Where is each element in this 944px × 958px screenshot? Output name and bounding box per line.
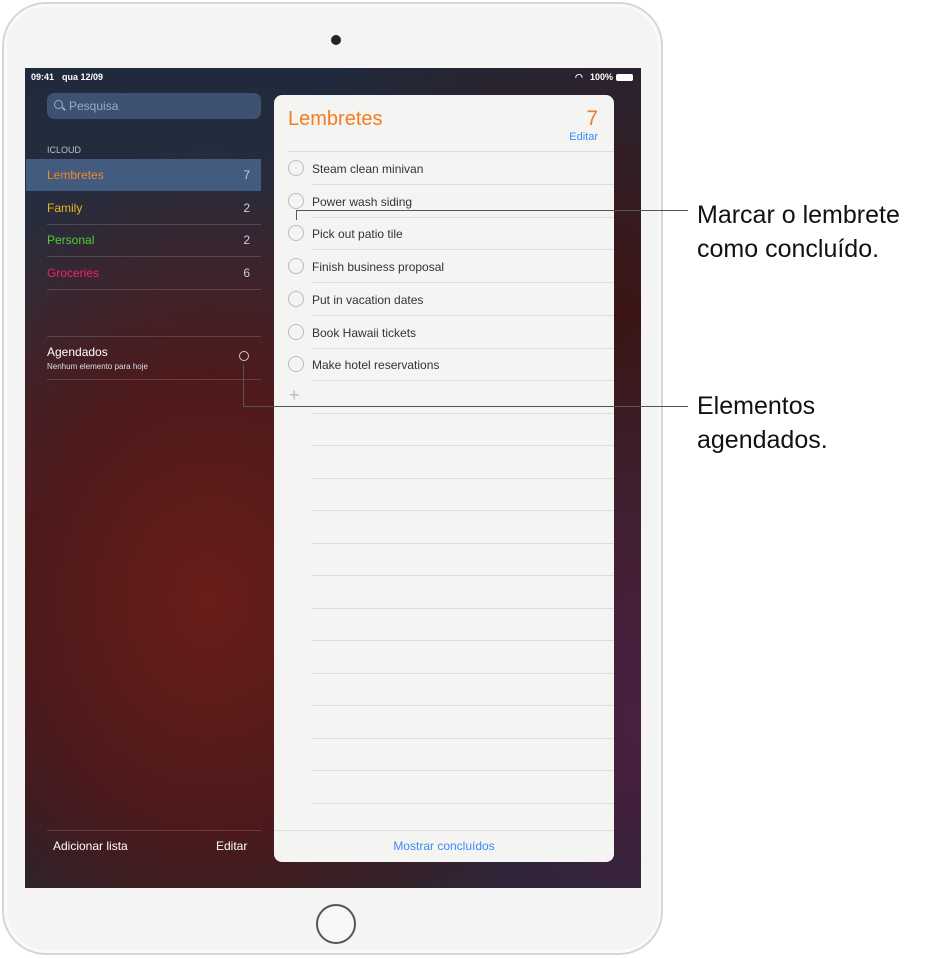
list-count: 2 xyxy=(243,200,250,215)
search-icon xyxy=(54,100,63,109)
screen: 09:41 qua 12/09 ◠ 100% Pesquisa ICLOUD L… xyxy=(25,68,641,888)
divider xyxy=(312,737,614,739)
divider xyxy=(312,705,614,707)
complete-checkbox[interactable] xyxy=(288,192,304,209)
battery-level: 100% xyxy=(590,72,614,82)
scheduled-title[interactable]: Agendados xyxy=(47,345,108,359)
list-count: 7 xyxy=(586,107,598,130)
divider xyxy=(47,336,261,337)
reminder-item[interactable]: Book Hawaii tickets xyxy=(274,316,614,349)
reminder-item[interactable]: Power wash siding xyxy=(274,185,614,218)
add-list-button[interactable]: Adicionar lista xyxy=(53,839,128,853)
callout-text: como concluído. xyxy=(697,235,880,263)
reminder-text: Power wash siding xyxy=(312,194,413,209)
divider xyxy=(312,510,614,512)
divider xyxy=(312,607,614,609)
status-time: 09:41 xyxy=(31,72,55,82)
complete-checkbox[interactable] xyxy=(288,356,304,373)
callout-text: Elementos xyxy=(697,392,816,420)
reminder-text: Book Hawaii tickets xyxy=(312,325,417,340)
callout-text: Marcar o lembrete xyxy=(697,201,900,229)
sidebar-list-item[interactable]: Personal 2 xyxy=(26,224,261,256)
alarm-clock-icon[interactable] xyxy=(239,351,249,361)
reminder-text: Finish business proposal xyxy=(312,260,445,275)
callout-line xyxy=(296,210,688,211)
divider xyxy=(47,379,261,380)
reminder-text: Put in vacation dates xyxy=(312,292,424,307)
list-label: Family xyxy=(47,200,83,215)
divider xyxy=(312,380,614,382)
reminder-item[interactable]: Make hotel reservations xyxy=(274,348,614,381)
divider xyxy=(312,445,614,447)
reminder-text: Make hotel reservations xyxy=(312,358,440,373)
divider xyxy=(312,802,614,804)
reminder-item[interactable]: Steam clean minivan xyxy=(274,152,614,185)
complete-checkbox[interactable] xyxy=(288,323,304,340)
list-label: Lembretes xyxy=(47,168,104,182)
complete-checkbox[interactable] xyxy=(288,160,304,176)
battery-icon xyxy=(616,74,633,81)
reminder-item[interactable]: Pick out patio tile xyxy=(274,217,614,250)
sidebar-list-item[interactable]: Family 2 xyxy=(26,192,261,224)
wifi-icon: ◠ xyxy=(575,72,583,82)
show-completed-button[interactable]: Mostrar concluídos xyxy=(274,839,614,853)
search-input[interactable]: Pesquisa xyxy=(47,93,261,119)
divider xyxy=(47,288,261,290)
edit-button[interactable]: Editar xyxy=(569,131,598,143)
list-label: Personal xyxy=(47,233,95,247)
home-button[interactable] xyxy=(316,904,356,944)
divider xyxy=(312,640,614,642)
status-date: qua 12/09 xyxy=(62,72,104,82)
reminder-text: Pick out patio tile xyxy=(312,227,403,242)
complete-checkbox[interactable] xyxy=(288,225,304,242)
divider xyxy=(47,830,261,831)
callout-text: agendados. xyxy=(697,426,828,454)
add-reminder-icon[interactable]: + xyxy=(289,385,300,406)
callout-complete: Marcar o lembrete como concluído. xyxy=(697,198,900,266)
divider xyxy=(312,412,614,414)
list-count: 6 xyxy=(243,265,250,280)
scheduled-subtitle: Nenhum elemento para hoje xyxy=(47,362,148,371)
callout-line xyxy=(243,406,688,407)
divider xyxy=(312,542,614,544)
sidebar-list-item[interactable]: Lembretes 7 xyxy=(26,159,261,191)
reminder-text: Steam clean minivan xyxy=(312,162,424,176)
list-count: 2 xyxy=(243,233,250,247)
reminder-item[interactable]: Put in vacation dates xyxy=(274,283,614,316)
sidebar-edit-button[interactable]: Editar xyxy=(216,839,247,853)
complete-checkbox[interactable] xyxy=(288,290,304,307)
search-placeholder: Pesquisa xyxy=(69,99,119,113)
list-count: 7 xyxy=(243,168,250,182)
callout-line xyxy=(243,364,244,407)
divider xyxy=(312,477,614,479)
complete-checkbox[interactable] xyxy=(288,258,304,275)
callout-scheduled: Elementos agendados. xyxy=(697,389,828,457)
divider xyxy=(312,575,614,577)
divider xyxy=(312,770,614,772)
sidebar-list-item[interactable]: Groceries 6 xyxy=(26,257,261,289)
callout-line xyxy=(296,210,297,220)
list-label: Groceries xyxy=(47,265,100,280)
section-header: ICLOUD xyxy=(47,145,82,155)
camera xyxy=(331,35,341,45)
reminder-item[interactable]: Finish business proposal xyxy=(274,250,614,283)
divider xyxy=(274,830,614,831)
divider xyxy=(312,672,614,674)
list-title: Lembretes xyxy=(288,108,383,130)
